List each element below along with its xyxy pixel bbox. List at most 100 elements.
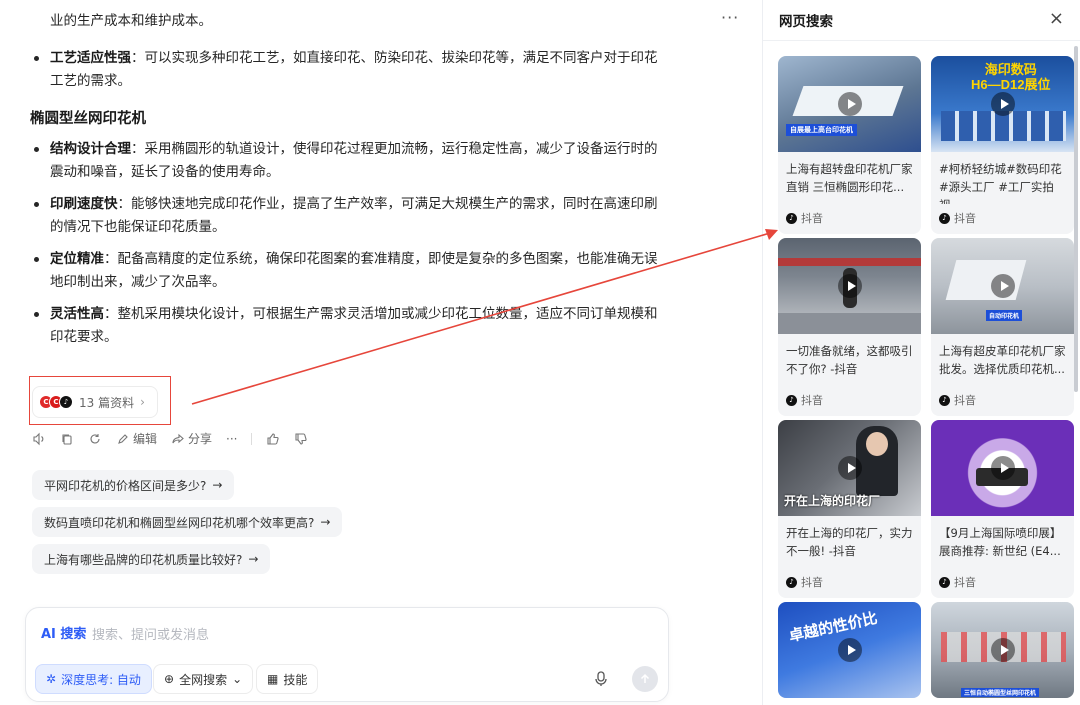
play-icon (991, 274, 1015, 298)
thumbs-down-icon[interactable] (294, 432, 308, 446)
douyin-icon: ♪ (786, 576, 797, 588)
bullet-title: 结构设计合理 (50, 141, 131, 157)
bullet-text: ：配备高精度的定位系统，确保印花图案的套准精度，即使是复杂的多色图案，也能准确无… (50, 251, 658, 290)
web-search-dropdown[interactable]: ⊕ 全网搜索 ⌄ (153, 664, 254, 694)
video-card[interactable]: 卓越的性价比 (778, 602, 921, 698)
video-thumbnail: 自动印花机 (931, 238, 1074, 334)
thumbnail-caption: 自展最上高台印花机 (786, 124, 857, 136)
source-label: 抖音 (954, 576, 976, 589)
partial-text: 业的生产成本和维护成本。 (50, 13, 212, 29)
share-icon (172, 433, 184, 443)
send-button[interactable] (632, 666, 658, 692)
web-search-panel: 网页搜索 × 自展最上高台印花机 上海有超转盘印花机厂家直销 三恒椭圆形印花..… (762, 0, 1080, 705)
play-icon (838, 274, 862, 298)
bullet-title: 印刷速度快 (50, 196, 118, 212)
cut-off-bullet: 业的生产成本和维护成本。 (30, 0, 660, 33)
arrow-right-icon: → (212, 478, 223, 492)
douyin-icon: ♪ (786, 212, 797, 224)
douyin-icon: ♪ (939, 394, 950, 406)
bullet-title: 工艺适应性强 (50, 50, 131, 66)
source-label: 抖音 (954, 212, 976, 225)
video-card[interactable]: 【9月上海国际喷印展】展商推荐: 新世纪 (E4... ♪ 抖音 (931, 420, 1074, 598)
bullet-structure: 结构设计合理：采用椭圆形的轨道设计，使得印花过程更加流畅，运行稳定性高，减少了设… (30, 138, 660, 184)
refresh-icon[interactable] (88, 432, 102, 446)
chat-input-box[interactable]: AI 搜索 搜索、提问或发消息 ✲ 深度思考: 自动 ⊕ 全网搜索 ⌄ ▦ 技能 (25, 607, 669, 702)
thumbnail-caption: 自动印花机 (986, 310, 1023, 321)
video-thumbnail: 自展最上高台印花机 (778, 56, 921, 152)
edit-label: 编辑 (133, 432, 158, 446)
edit-icon (118, 433, 128, 444)
arrow-right-icon: → (320, 515, 331, 529)
section-title: 椭圆型丝网印花机 (30, 111, 146, 127)
bullet-process-adapt: 工艺适应性强：可以实现多种印花工艺，如直接印花、防染印花、拔染印花等，满足不同客… (30, 47, 660, 93)
deep-think-toggle[interactable]: ✲ 深度思考: 自动 (35, 664, 152, 694)
suggestion-text: 数码直喷印花机和椭圆型丝网印花机哪个效率更高? (44, 515, 315, 530)
copy-icon[interactable] (60, 432, 74, 446)
web-search-label: 全网搜索 (179, 672, 228, 687)
bullet-text: ：可以实现多种印花工艺，如直接印花、防染印花、拔染印花等，满足不同客户对于印花工… (50, 50, 658, 89)
source-label: 抖音 (801, 576, 823, 589)
annotation-box (29, 376, 171, 425)
card-title: 上海有超皮革印花机厂家批发。选择优质印花机... (939, 344, 1066, 376)
more-menu-icon[interactable]: ··· (721, 8, 739, 27)
edit-button[interactable]: 编辑 (116, 430, 157, 447)
card-title: 上海有超转盘印花机厂家直销 三恒椭圆形印花... (786, 162, 913, 194)
play-icon (838, 638, 862, 662)
more-button[interactable]: ··· (226, 432, 237, 446)
bullet-speed: 印刷速度快：能够快速地完成印花作业，提高了生产效率，可满足大规模生产的需求，同时… (30, 193, 660, 239)
thumbs-up-icon[interactable] (266, 432, 280, 446)
video-card[interactable]: 三恒自动椭圆型丝网印花机 (931, 602, 1074, 698)
chevron-down-icon: ⌄ (232, 672, 243, 686)
suggestion-chip[interactable]: 平网印花机的价格区间是多少? → (32, 470, 235, 500)
globe-icon: ⊕ (164, 672, 175, 686)
speaker-icon[interactable] (32, 432, 46, 446)
share-button[interactable]: 分享 (171, 430, 212, 447)
close-icon[interactable]: × (1049, 8, 1064, 29)
deep-think-icon: ✲ (46, 672, 57, 686)
card-source: ♪ 抖音 (778, 204, 921, 234)
video-card[interactable]: 一切准备就绪，这都吸引不了你? -抖音 ♪ 抖音 (778, 238, 921, 416)
source-label: 抖音 (801, 394, 823, 407)
microphone-icon[interactable] (592, 670, 610, 688)
card-title: #柯桥轻纺城#数码印花 #源头工厂 #工厂实拍视... (939, 162, 1062, 204)
card-source: ♪ 抖音 (931, 568, 1074, 598)
answer-toolbar: 编辑 分享 ··· (32, 430, 308, 447)
video-thumbnail (931, 420, 1074, 516)
video-card[interactable]: 自动印花机 上海有超皮革印花机厂家批发。选择优质印花机... ♪ 抖音 (931, 238, 1074, 416)
suggestion-chip[interactable]: 上海有哪些品牌的印花机质量比较好? → (32, 544, 271, 574)
video-card[interactable]: 自展最上高台印花机 上海有超转盘印花机厂家直销 三恒椭圆形印花... ♪ 抖音 (778, 56, 921, 234)
card-source: ♪ 抖音 (931, 204, 1074, 234)
answer-content: 业的生产成本和维护成本。 工艺适应性强：可以实现多种印花工艺，如直接印花、防染印… (30, 0, 660, 358)
thumbnail-caption: 开在上海的印花厂 (784, 494, 881, 508)
douyin-icon: ♪ (939, 212, 950, 224)
video-thumbnail: 海印数码 H6—D12展位 (931, 56, 1074, 152)
video-thumbnail: 卓越的性价比 (778, 602, 921, 698)
thumbnail-caption: 三恒自动椭圆型丝网印花机 (961, 688, 1040, 697)
panel-title: 网页搜索 (779, 14, 833, 30)
arrow-up-icon (640, 673, 650, 683)
video-card[interactable]: 开在上海的印花厂 开在上海的印花厂，实力不一般! -抖音 ♪ 抖音 (778, 420, 921, 598)
bullet-title: 灵活性高 (50, 306, 104, 322)
skills-button[interactable]: ▦ 技能 (256, 664, 319, 694)
play-icon (838, 456, 862, 480)
thumbnail-caption: 海印数码 H6—D12展位 (971, 62, 1051, 92)
deep-think-label: 深度思考: 自动 (61, 672, 141, 687)
suggestion-chip[interactable]: 数码直喷印花机和椭圆型丝网印花机哪个效率更高? → (32, 507, 343, 537)
video-card[interactable]: 海印数码 H6—D12展位 #柯桥轻纺城#数码印花 #源头工厂 #工厂实拍视..… (931, 56, 1074, 234)
search-input[interactable]: 搜索、提问或发消息 (92, 624, 209, 643)
bullet-flexibility: 灵活性高：整机采用模块化设计，可根据生产需求灵活增加或减少印花工位数量，适应不同… (30, 303, 660, 349)
scrollbar[interactable] (1074, 46, 1078, 392)
douyin-icon: ♪ (786, 394, 797, 406)
card-source: ♪ 抖音 (931, 386, 1074, 416)
video-thumbnail (778, 238, 921, 334)
skills-label: 技能 (283, 672, 308, 687)
divider (763, 40, 1080, 41)
suggestion-text: 上海有哪些品牌的印花机质量比较好? (44, 552, 243, 567)
source-label: 抖音 (801, 212, 823, 225)
divider (251, 432, 253, 445)
thumbnail-caption: 卓越的性价比 (787, 609, 880, 646)
chat-pane: ··· 业的生产成本和维护成本。 工艺适应性强：可以实现多种印花工艺，如直接印花… (0, 0, 760, 705)
card-title: 【9月上海国际喷印展】展商推荐: 新世纪 (E4... (939, 526, 1062, 558)
skills-icon: ▦ (267, 672, 279, 686)
bullet-positioning: 定位精准：配备高精度的定位系统，确保印花图案的套准精度，即使是复杂的多色图案，也… (30, 248, 660, 294)
